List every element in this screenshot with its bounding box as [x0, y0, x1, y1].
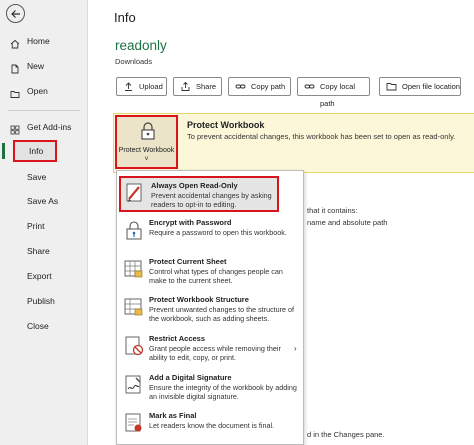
nav-publish-label: Publish — [27, 296, 55, 306]
active-indicator — [2, 143, 5, 159]
chevron-right-icon: › — [294, 344, 297, 353]
nav-divider — [8, 110, 80, 111]
nav-share-label: Share — [27, 246, 50, 256]
menu-item-title: Protect Workbook Structure — [149, 295, 249, 304]
nav-export-label: Export — [27, 271, 52, 281]
new-document-icon — [10, 61, 20, 81]
menu-item-description: Grant people access while removing their… — [149, 344, 281, 362]
copy-path-button[interactable]: Copy path — [228, 77, 291, 96]
nav-print[interactable]: Print — [0, 216, 88, 236]
nav-publish[interactable]: Publish — [0, 291, 88, 311]
copy-local-path-label: Copy local path — [320, 82, 356, 108]
inspect-text-fragment: d in the Changes pane. — [307, 430, 385, 439]
protect-workbook-description: To prevent accidental changes, this work… — [187, 132, 456, 141]
nav-get-add-ins-label: Get Add-ins — [27, 122, 72, 132]
back-button[interactable] — [6, 4, 25, 23]
menu-item-title: Always Open Read-Only — [151, 181, 238, 190]
menu-item-description: Ensure the integrity of the workbook by … — [149, 383, 297, 401]
copy-local-path-button[interactable]: Copy local path — [297, 77, 370, 108]
protect-workbook-menu: Always Open Read-Only Prevent accidental… — [116, 170, 304, 445]
nav-new-label: New — [27, 61, 45, 71]
menu-item-title: Restrict Access — [149, 334, 206, 343]
menu-item-add-digital-signature[interactable]: Add a Digital Signature Ensure the integ… — [117, 369, 303, 407]
lock-key-icon — [124, 219, 144, 243]
menu-item-title: Encrypt with Password — [149, 218, 232, 227]
protect-workbook-tile-label: Protect Workbook ˅ — [118, 147, 175, 163]
open-folder-icon — [10, 86, 20, 106]
file-location: Downloads — [115, 57, 153, 66]
nav-info[interactable]: Info — [13, 140, 57, 162]
nav-save[interactable]: Save — [0, 167, 88, 187]
upload-icon — [123, 81, 134, 98]
nav-save-label: Save — [27, 172, 47, 182]
menu-item-description: Require a password to open this workbook… — [149, 228, 287, 237]
menu-item-title: Protect Current Sheet — [149, 257, 227, 266]
page-title: Info — [114, 10, 136, 25]
home-icon — [10, 36, 20, 56]
menu-item-always-open-read-only[interactable]: Always Open Read-Only Prevent accidental… — [119, 176, 279, 212]
menu-item-description: Control what types of changes people can… — [149, 267, 283, 285]
menu-item-title: Add a Digital Signature — [149, 373, 232, 382]
nav-home-label: Home — [27, 36, 50, 46]
nav-new[interactable]: New — [0, 56, 88, 76]
nav-export[interactable]: Export — [0, 266, 88, 286]
add-ins-grid-icon — [10, 122, 20, 142]
nav-close-label: Close — [27, 321, 49, 331]
menu-item-protect-current-sheet[interactable]: Protect Current Sheet Control what types… — [117, 253, 303, 291]
lock-icon — [140, 121, 156, 145]
open-file-location-label: Open file location — [402, 82, 460, 91]
menu-item-description: Let readers know the document is final. — [149, 421, 275, 430]
nav-close[interactable]: Close — [0, 316, 88, 336]
nav-open-label: Open — [27, 86, 48, 96]
nav-print-label: Print — [27, 221, 45, 231]
back-arrow-icon — [11, 10, 20, 18]
nav-save-as-label: Save As — [27, 196, 59, 206]
menu-item-description: Prevent unwanted changes to the structur… — [149, 305, 295, 323]
file-name: readonly — [115, 38, 167, 53]
protect-workbook-title: Protect Workbook — [187, 120, 265, 130]
nav-info-label: Info — [29, 146, 44, 156]
menu-item-encrypt-with-password[interactable]: Encrypt with Password Require a password… — [117, 214, 303, 252]
inspect-text-fragment: name and absolute path — [307, 218, 388, 227]
share-button[interactable]: Share — [173, 77, 222, 96]
protect-workbook-dropdown-button[interactable]: Protect Workbook ˅ — [115, 115, 178, 169]
link-icon — [235, 81, 246, 98]
copy-path-label: Copy path — [251, 82, 286, 91]
menu-item-description: Prevent accidental changes by asking rea… — [151, 191, 272, 209]
menu-item-title: Mark as Final — [149, 411, 197, 420]
nav-open[interactable]: Open — [0, 81, 88, 101]
share-label: Share — [196, 82, 217, 91]
upload-label: Upload — [139, 82, 163, 91]
menu-item-protect-workbook-structure[interactable]: Protect Workbook Structure Prevent unwan… — [117, 291, 303, 329]
sheet-lock-icon — [124, 258, 144, 282]
signature-icon — [124, 374, 144, 398]
nav-home[interactable]: Home — [0, 31, 88, 51]
inspect-text-fragment: that it contains: — [307, 206, 358, 215]
read-only-pencil-icon — [125, 182, 145, 206]
open-file-location-button[interactable]: Open file location — [379, 77, 461, 96]
restrict-access-icon — [124, 335, 144, 359]
share-icon — [180, 81, 191, 98]
backstage-nav: Home New Open Get Add-ins Info Save Save… — [0, 0, 88, 445]
menu-item-restrict-access[interactable]: Restrict Access Grant people access whil… — [117, 330, 303, 368]
nav-get-add-ins[interactable]: Get Add-ins — [0, 117, 88, 137]
workbook-lock-icon — [124, 296, 144, 320]
link-icon — [304, 81, 315, 98]
nav-share[interactable]: Share — [0, 241, 88, 261]
menu-item-mark-as-final[interactable]: Mark as Final Let readers know the docum… — [117, 407, 303, 445]
mark-final-icon — [124, 412, 144, 436]
folder-icon — [386, 81, 397, 98]
nav-save-as[interactable]: Save As — [0, 191, 88, 211]
upload-button[interactable]: Upload — [116, 77, 167, 96]
